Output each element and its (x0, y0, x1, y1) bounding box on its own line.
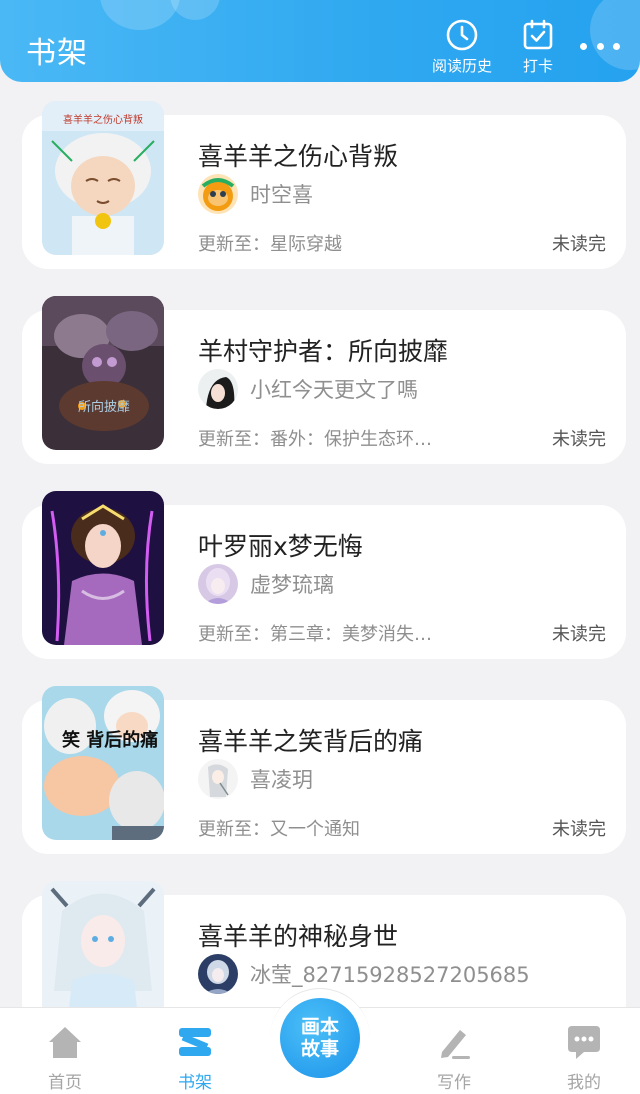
svg-text:喜羊羊之伤心背叛: 喜羊羊之伤心背叛 (63, 113, 143, 126)
author-avatar (198, 564, 238, 604)
book-card[interactable]: 叶罗丽x梦无悔 虚梦琉璃 更新至：第三章：美梦消失… 未读完 (22, 491, 626, 659)
picture-story-label-line2: 故事 (300, 1038, 339, 1060)
author-avatar (198, 954, 238, 994)
cover-illustration-guardians: 所向披靡 (42, 296, 164, 450)
reading-history-label: 阅读历史 (431, 57, 492, 75)
checkin-label: 打卡 (522, 57, 553, 75)
update-info: 更新至：第三章：美梦消失… (198, 620, 432, 646)
author-name: 虚梦琉璃 (250, 573, 334, 597)
nav-write[interactable]: 写作 (414, 1022, 494, 1093)
author-row[interactable]: 喜凌玥 (198, 758, 313, 800)
book-cover[interactable]: 笑 背后的痛 (42, 686, 164, 840)
header-decoration (170, 0, 220, 20)
book-card[interactable]: 所向披靡 羊村守护者：所向披靡 小红今天更文了嗎 更新至：番外：保护生态环… 未… (22, 296, 626, 464)
home-icon (49, 1027, 81, 1058)
top-header: 书架 阅读历史 打卡 (0, 0, 640, 82)
latest-chapter: 星际穿越 (270, 234, 342, 255)
book-title: 叶罗丽x梦无悔 (198, 532, 363, 561)
bottom-navigation: 首页 书架 画本 故事 写作 我的 (0, 988, 640, 1094)
latest-chapter: 番外：保护生态环… (270, 429, 432, 450)
author-row[interactable]: 冰莹_82715928527205685 (198, 953, 530, 995)
calendar-check-icon (523, 19, 553, 50)
author-row[interactable]: 小红今天更文了嗎 (198, 368, 418, 410)
header-decoration (100, 0, 180, 30)
nav-home[interactable]: 首页 (25, 1022, 105, 1093)
book-title: 羊村守护者：所向披靡 (198, 337, 449, 366)
read-status: 未读完 (552, 429, 606, 450)
more-dot-icon (613, 42, 620, 50)
author-avatar (198, 759, 238, 799)
svg-text:所向披靡: 所向披靡 (78, 399, 130, 415)
nav-bookshelf-label: 书架 (178, 1073, 212, 1093)
nav-bookshelf[interactable]: 书架 (155, 1022, 235, 1093)
latest-chapter: 又一个通知 (270, 819, 360, 840)
book-card[interactable]: 笑 背后的痛 喜羊羊之笑背后的痛 喜凌玥 更新至：又一个通知 未读完 (22, 686, 626, 854)
author-avatar (198, 369, 238, 409)
update-info: 更新至：番外：保护生态环… (198, 425, 432, 451)
nav-home-label: 首页 (48, 1073, 82, 1093)
nav-mine[interactable]: 我的 (544, 1022, 624, 1093)
more-options-button[interactable] (580, 34, 620, 58)
more-dot-icon (596, 42, 604, 50)
bookshelf-icon (179, 1028, 211, 1056)
book-title: 喜羊羊之伤心背叛 (198, 142, 399, 171)
author-avatar (198, 174, 238, 214)
nav-mine-label: 我的 (567, 1073, 601, 1093)
author-name: 时空喜 (250, 183, 313, 207)
read-status: 未读完 (552, 819, 606, 840)
pencil-icon (441, 1030, 470, 1059)
checkin-button[interactable]: 打卡 (503, 18, 573, 78)
author-row[interactable]: 时空喜 (198, 173, 313, 215)
book-title: 喜羊羊之笑背后的痛 (198, 727, 424, 756)
update-prefix: 更新至： (198, 234, 270, 255)
read-status: 未读完 (552, 624, 606, 645)
cover-illustration-sheep: 喜羊羊之伤心背叛 (42, 101, 164, 255)
update-prefix: 更新至： (198, 429, 270, 450)
nav-write-label: 写作 (437, 1073, 471, 1093)
book-cover[interactable]: 所向披靡 (42, 296, 164, 450)
picture-story-button[interactable]: 画本 故事 (280, 998, 360, 1078)
author-name: 冰莹_82715928527205685 (250, 963, 530, 987)
page-title: 书架 (26, 36, 88, 71)
author-name: 喜凌玥 (250, 768, 313, 792)
cover-illustration-smile: 笑 背后的痛 (42, 686, 164, 840)
cover-illustration-princess (42, 491, 164, 645)
book-cover[interactable] (42, 491, 164, 645)
clock-icon (446, 19, 478, 51)
update-prefix: 更新至： (198, 624, 270, 645)
author-name: 小红今天更文了嗎 (250, 378, 418, 402)
book-cover[interactable]: 喜羊羊之伤心背叛 (42, 101, 164, 255)
svg-text:笑 背后的痛: 笑 背后的痛 (62, 729, 158, 751)
chat-bubble-icon (568, 1026, 600, 1059)
update-prefix: 更新至： (198, 819, 270, 840)
author-row[interactable]: 虚梦琉璃 (198, 563, 334, 605)
update-info: 更新至：星际穿越 (198, 230, 342, 256)
book-title: 喜羊羊的神秘身世 (198, 922, 399, 951)
update-info: 更新至：又一个通知 (198, 815, 360, 841)
reading-history-button[interactable]: 阅读历史 (427, 18, 497, 78)
more-dot-icon (580, 42, 587, 50)
read-status: 未读完 (552, 234, 606, 255)
picture-story-label-line1: 画本 (300, 1016, 339, 1038)
latest-chapter: 第三章：美梦消失… (270, 624, 432, 645)
book-card[interactable]: 喜羊羊之伤心背叛 喜羊羊之伤心背叛 时空喜 更新至：星际穿越 未读完 (22, 101, 626, 269)
